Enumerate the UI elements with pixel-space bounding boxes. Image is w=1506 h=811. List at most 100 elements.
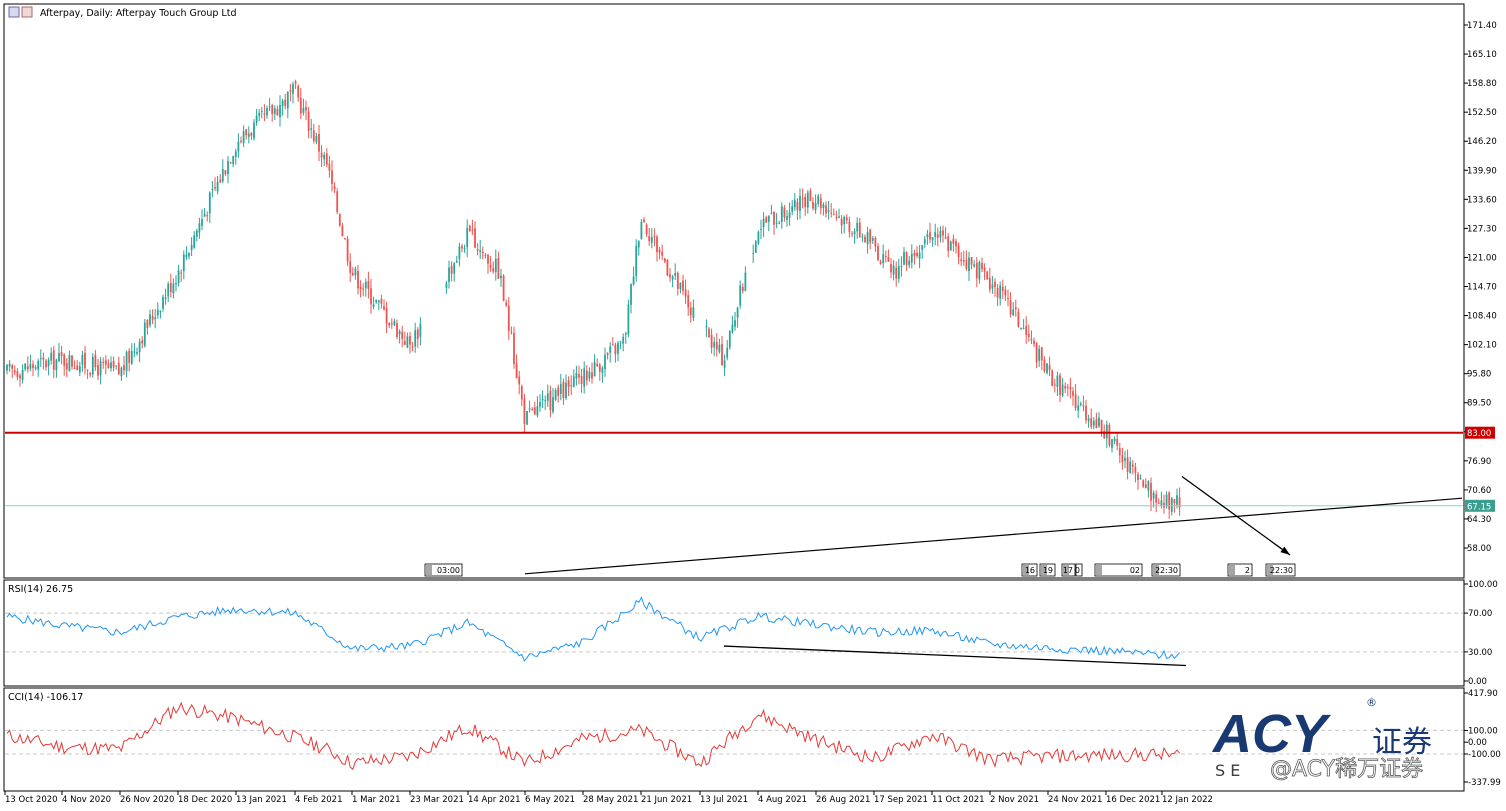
candle-body xyxy=(328,163,331,171)
candle-body xyxy=(125,351,128,372)
price-tick-label: 64.30 xyxy=(1467,515,1491,525)
candle-body xyxy=(835,216,838,218)
candle-body xyxy=(541,398,544,401)
candle-body xyxy=(658,249,661,253)
candle-body xyxy=(666,259,669,276)
candle-body xyxy=(266,108,268,116)
candle-body xyxy=(468,225,471,232)
candle-body xyxy=(627,304,630,335)
candle-body xyxy=(201,218,203,226)
candle-body xyxy=(510,331,513,333)
resistance-price-label: 83.00 xyxy=(1467,429,1491,439)
candle-body xyxy=(783,207,786,218)
candle-body xyxy=(851,233,853,235)
candle-body xyxy=(845,217,848,221)
candle-body xyxy=(1098,417,1100,427)
candle-body xyxy=(552,397,554,412)
rsi-title: RSI(14) 26.75 xyxy=(8,584,73,595)
time-tick-label: 4 Aug 2021 xyxy=(758,795,807,805)
candle-body xyxy=(565,382,567,399)
price-axis: 171.40 165.10 158.80 152.50 146.20 139.90 133.… xyxy=(1464,21,1497,554)
candle-body xyxy=(1048,365,1051,370)
candle-body xyxy=(1056,375,1059,387)
candle-body xyxy=(344,238,346,240)
time-axis: 13 Oct 2020 4 Nov 2020 26 Nov 2020 18 Dec 2… xyxy=(4,791,1213,805)
candle-body xyxy=(588,371,591,379)
candle-body xyxy=(739,285,742,306)
candle-body xyxy=(960,259,963,262)
rsi-pane-frame xyxy=(3,579,1465,687)
candle-body xyxy=(559,384,562,395)
candle-body xyxy=(331,170,333,185)
candle-body xyxy=(624,333,627,335)
candle-body xyxy=(674,273,677,276)
candle-body xyxy=(234,151,237,157)
candle-body xyxy=(721,343,723,366)
candle-body xyxy=(463,248,466,250)
candle-body xyxy=(362,288,365,290)
candle-body xyxy=(770,212,773,214)
watermark-sub: S E xyxy=(1215,761,1240,780)
candle-body xyxy=(708,328,710,338)
candle-body xyxy=(1168,492,1171,510)
candle-body xyxy=(29,364,32,369)
cci-tick-label: 0.00 xyxy=(1468,738,1487,748)
candle-body xyxy=(1170,498,1173,512)
session-marker-label: 16 xyxy=(1025,566,1035,575)
candle-body xyxy=(830,212,833,214)
candle-body xyxy=(572,376,575,387)
candle-body xyxy=(840,218,843,226)
candle-body xyxy=(419,323,422,337)
candle-body xyxy=(276,108,279,116)
candle-body xyxy=(1155,494,1158,503)
candle-body xyxy=(757,231,760,244)
candle-body xyxy=(193,235,196,248)
candle-body xyxy=(544,400,547,402)
candle-body xyxy=(232,156,235,165)
candle-body xyxy=(188,252,190,257)
candle-body xyxy=(1144,484,1147,489)
candle-body xyxy=(250,132,253,136)
candle-body xyxy=(50,352,53,361)
candle-body xyxy=(1113,438,1116,442)
candle-body xyxy=(68,354,71,372)
candle-body xyxy=(856,222,859,232)
candle-body xyxy=(292,84,294,94)
candle-body xyxy=(726,347,729,358)
candle-body xyxy=(484,254,487,256)
candle-body xyxy=(1064,386,1067,389)
price-tick-label: 108.40 xyxy=(1467,312,1497,322)
candle-body xyxy=(1001,286,1004,291)
candle-body xyxy=(117,362,120,375)
candle-body xyxy=(923,239,926,244)
candle-body xyxy=(94,354,97,368)
candle-body xyxy=(684,289,687,297)
candle-body xyxy=(471,229,474,231)
candle-body xyxy=(253,122,255,139)
candle-body xyxy=(523,398,526,424)
chart-title-group: Afterpay, Daily: Afterpay Touch Group Lt… xyxy=(8,6,236,19)
candle-body xyxy=(970,257,973,265)
candle-body xyxy=(47,359,50,367)
candle-body xyxy=(601,367,604,374)
candle-body xyxy=(513,332,515,364)
candle-body xyxy=(294,81,297,84)
time-tick-label: 18 Dec 2020 xyxy=(178,795,232,805)
candle-body xyxy=(822,204,825,208)
candle-body xyxy=(554,390,557,400)
candle-body xyxy=(448,267,450,283)
candle-body xyxy=(973,264,976,267)
candle-body xyxy=(1126,457,1129,473)
candle-body xyxy=(632,276,635,285)
candle-body xyxy=(1150,483,1152,501)
candle-body xyxy=(476,249,479,251)
candle-body xyxy=(453,263,456,274)
candle-body xyxy=(34,367,37,369)
candle-body xyxy=(180,272,183,274)
candle-body xyxy=(401,331,404,339)
candle-body xyxy=(450,265,453,274)
candle-body xyxy=(55,359,58,371)
candle-body xyxy=(736,307,739,318)
candle-body xyxy=(1038,348,1041,361)
candle-body xyxy=(869,229,872,243)
